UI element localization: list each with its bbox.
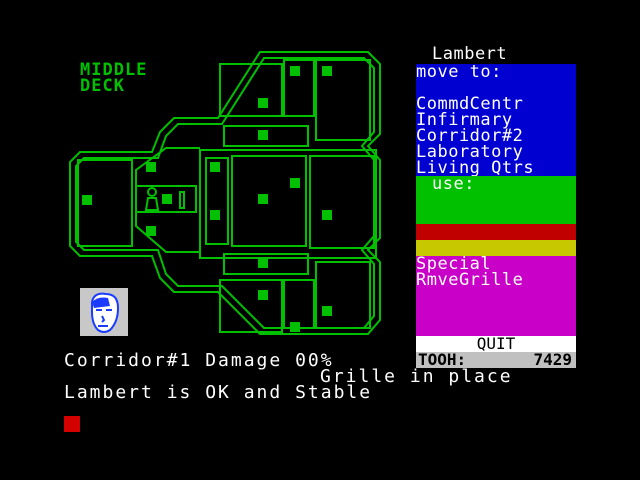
remove-grille-action[interactable]: RmveGrille — [416, 272, 576, 289]
input-cursor — [64, 416, 80, 432]
deck-subtitle: DECK — [80, 76, 125, 96]
red-bar — [416, 224, 576, 240]
move-heading: move to: — [416, 62, 502, 82]
use-heading: use: — [432, 174, 475, 194]
timer-value: 7429 — [533, 350, 572, 369]
character-name: Lambert — [416, 46, 576, 63]
crew-condition-status: Lambert is OK and Stable — [64, 382, 373, 403]
crew-portrait — [80, 288, 128, 336]
location-damage-status: Corridor#1 Damage 00% — [64, 350, 334, 371]
